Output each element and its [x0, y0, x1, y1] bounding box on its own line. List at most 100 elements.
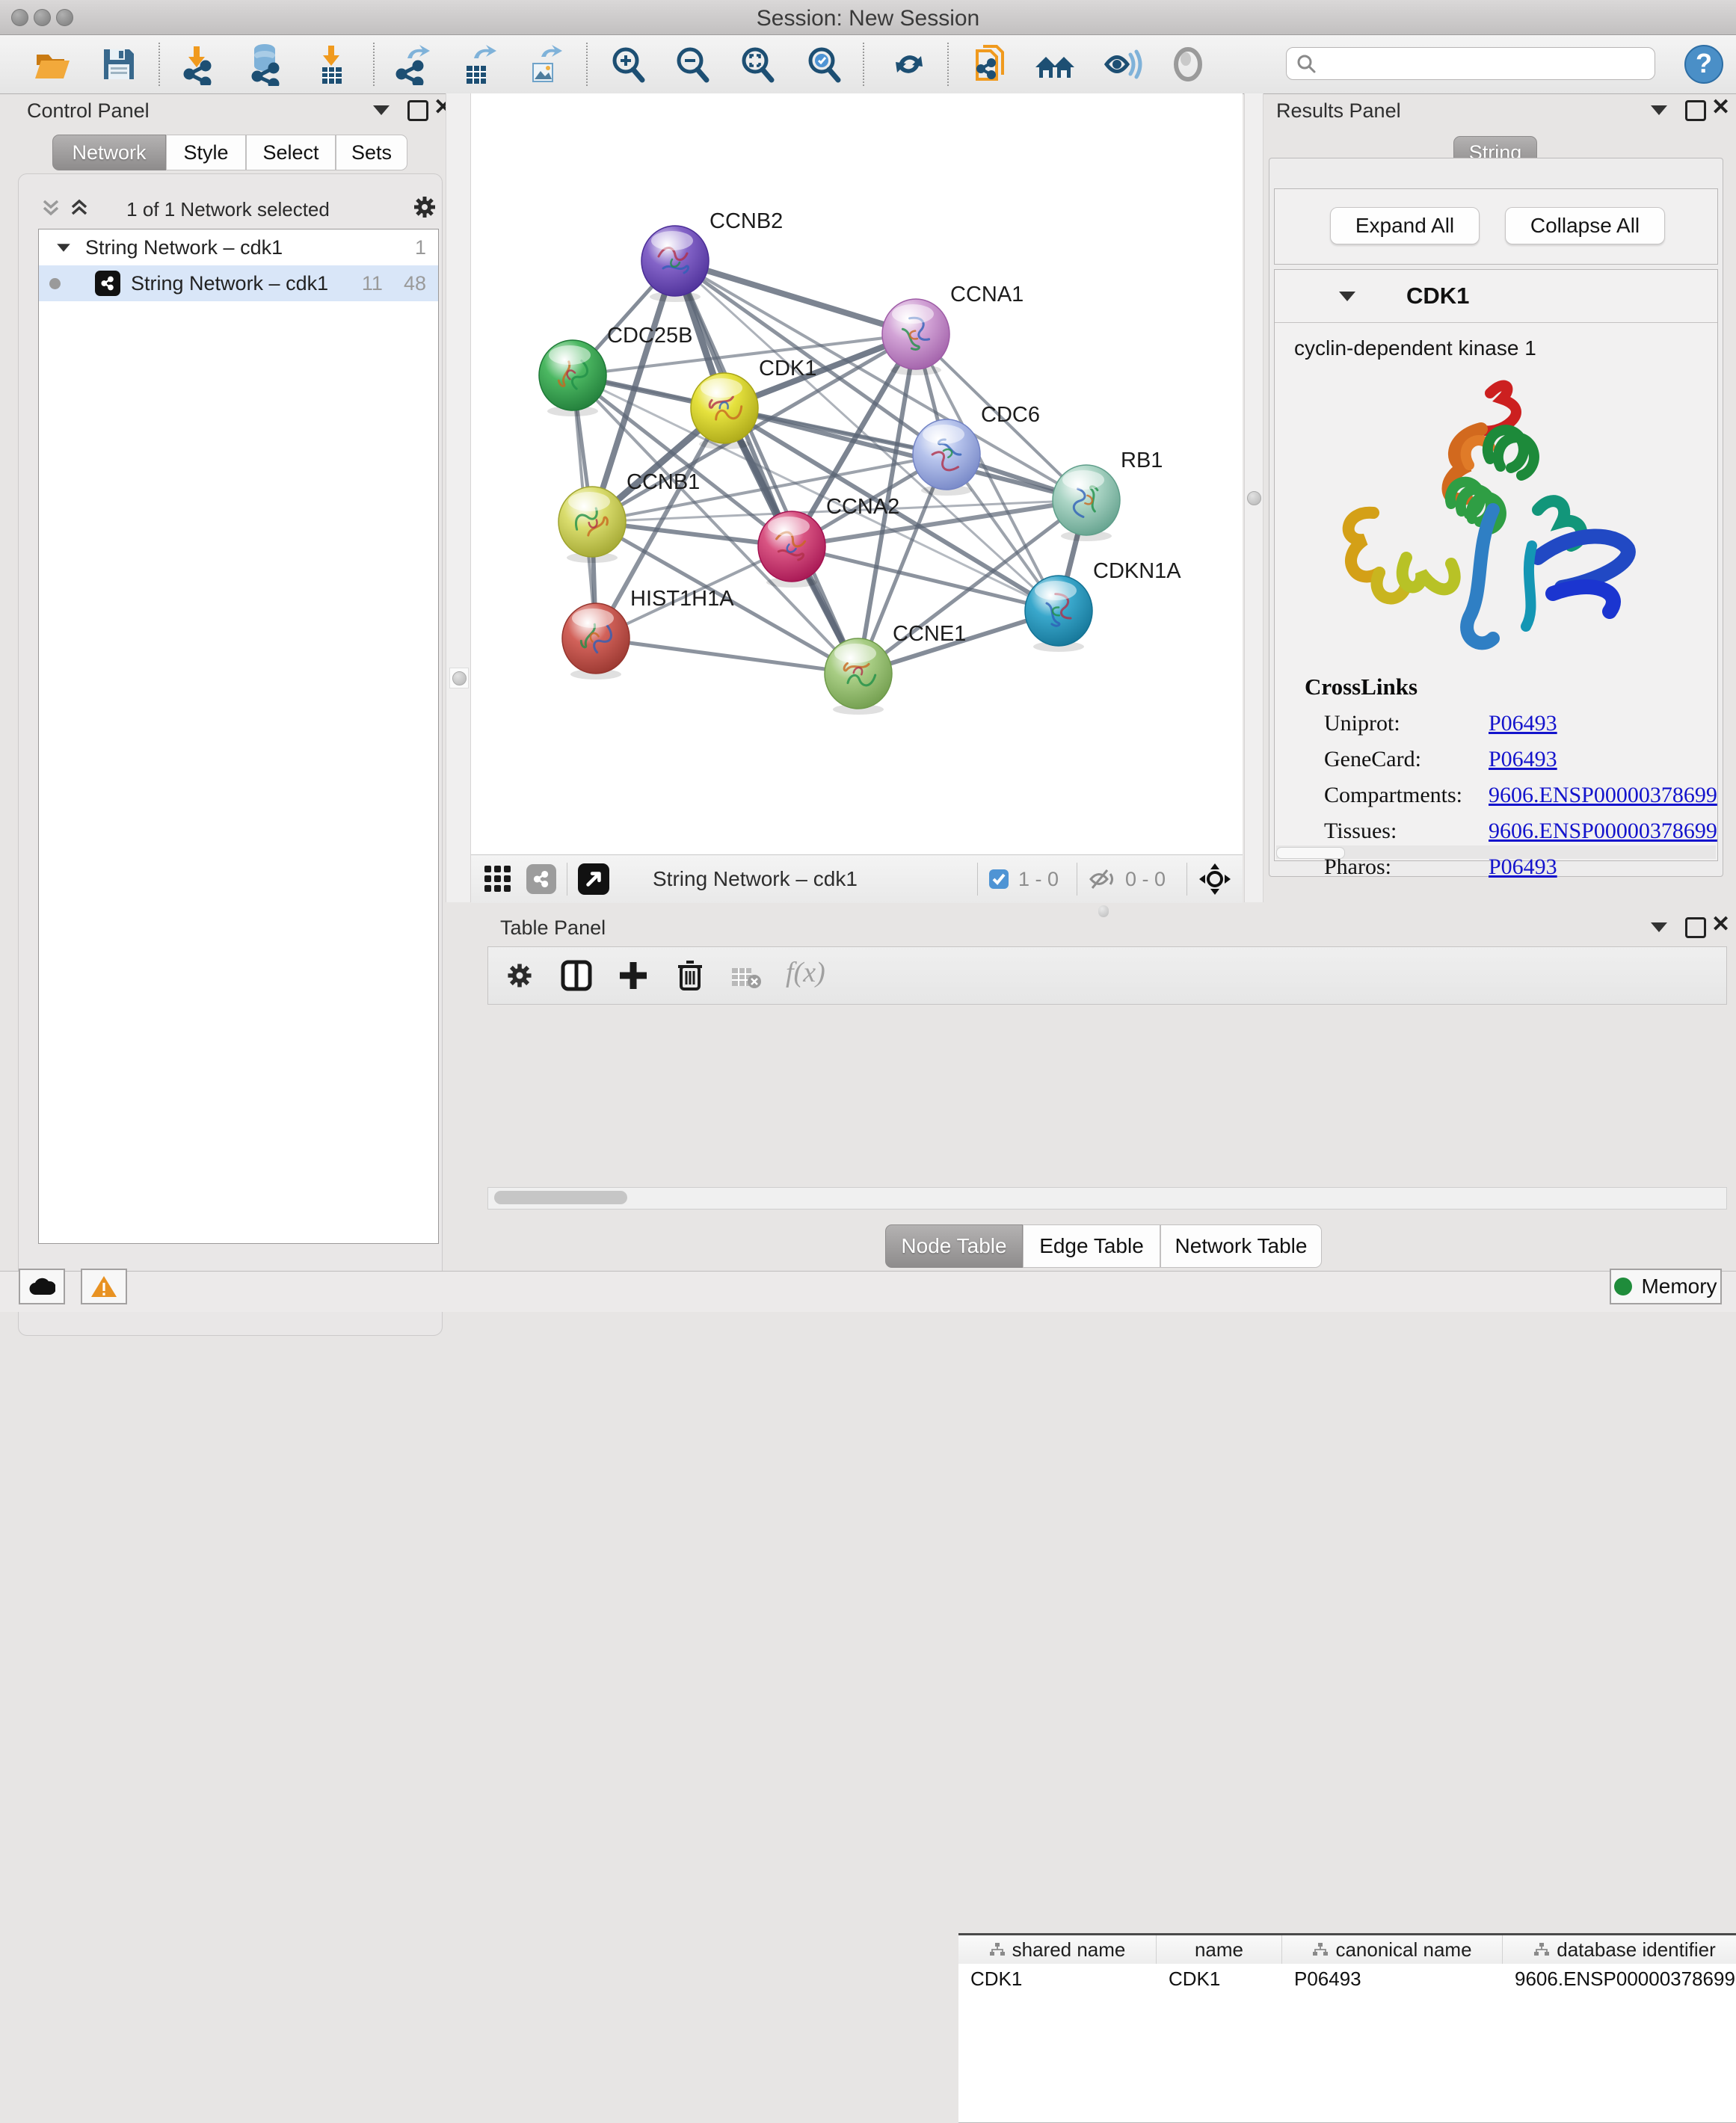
tab-sets[interactable]: Sets	[336, 135, 407, 170]
network-node[interactable]	[1025, 576, 1092, 646]
tab-network[interactable]: Network	[52, 135, 166, 170]
table-hscrollbar[interactable]	[487, 1187, 1727, 1210]
import-network-file-button[interactable]	[173, 41, 220, 87]
title-bar: Session: New Session	[0, 0, 1736, 35]
crosslink-value[interactable]: 9606.ENSP00000378699	[1489, 819, 1717, 844]
home-networks-button[interactable]	[1032, 41, 1078, 87]
network-edge[interactable]	[675, 261, 858, 674]
close-panel-icon[interactable]: ✕	[1711, 99, 1730, 116]
network-node[interactable]	[558, 487, 626, 557]
network-node[interactable]	[882, 299, 949, 369]
delete-column-trash-icon[interactable]	[674, 958, 707, 992]
expand-collapse-box: Expand All Collapse All	[1274, 188, 1718, 265]
save-session-button[interactable]	[96, 41, 142, 87]
node-label: RB1	[1121, 449, 1163, 472]
network-node[interactable]	[1053, 465, 1120, 535]
card-hscrollbar[interactable]	[1276, 845, 1716, 859]
panel-menu-icon[interactable]	[1651, 922, 1667, 932]
network-node[interactable]	[758, 511, 825, 582]
network-node[interactable]	[825, 638, 892, 709]
protein-card-header[interactable]: CDK1	[1275, 270, 1717, 323]
create-column-plus-icon[interactable]	[617, 959, 650, 992]
import-table-file-button[interactable]	[308, 41, 354, 87]
help-button[interactable]: ?	[1681, 41, 1727, 87]
float-panel-icon[interactable]	[1685, 917, 1706, 938]
show-columns-icon[interactable]	[560, 959, 593, 992]
tab-select[interactable]: Select	[246, 135, 336, 170]
export-table-button[interactable]	[455, 41, 502, 87]
expand-all-networks-icon[interactable]	[68, 197, 90, 219]
export-image-button[interactable]	[521, 41, 567, 87]
table-cell[interactable]: P06493	[1282, 1964, 1503, 1994]
show-hide-graphics-button[interactable]	[1099, 41, 1145, 87]
zoom-selected-button[interactable]	[801, 41, 847, 87]
protein-structure-image	[1314, 366, 1672, 665]
import-network-database-button[interactable]	[241, 41, 287, 87]
column-header-name[interactable]: name	[1157, 1935, 1282, 1964]
table-cell[interactable]: 9606.ENSP00000378699	[1503, 1964, 1736, 1994]
panel-menu-icon[interactable]	[1651, 105, 1667, 115]
new-network-from-file-button[interactable]	[967, 41, 1014, 87]
network-row-selected[interactable]: String Network – cdk1 11 48	[39, 265, 438, 301]
collection-expander-icon[interactable]	[57, 244, 70, 251]
string-network-graph[interactable]: CCNB2CCNA1CDC25BCDK1CDC6RB1CCNB1CCNA2CDK…	[471, 93, 1243, 854]
table-cell[interactable]: CDK1	[958, 1964, 1157, 1994]
column-header-shared-name[interactable]: shared name	[958, 1935, 1157, 1964]
float-panel-icon[interactable]	[407, 100, 428, 121]
network-type-icon[interactable]	[526, 864, 556, 894]
card-expander-icon[interactable]	[1339, 292, 1355, 301]
refresh-button[interactable]	[886, 41, 932, 87]
network-edge[interactable]	[596, 638, 858, 674]
tab-node-table[interactable]: Node Table	[885, 1224, 1023, 1268]
splitter-grip[interactable]	[449, 668, 469, 688]
zoom-fit-button[interactable]	[734, 41, 781, 87]
float-panel-icon[interactable]	[1685, 100, 1706, 121]
table-cell[interactable]: CDK1	[1157, 1964, 1282, 1994]
tab-network-table[interactable]: Network Table	[1160, 1224, 1322, 1268]
panel-menu-icon[interactable]	[373, 105, 390, 115]
collapse-all-networks-icon[interactable]	[40, 197, 62, 219]
network-node[interactable]	[539, 340, 606, 410]
fit-content-crosshair-icon[interactable]	[1198, 862, 1232, 896]
tab-style[interactable]: Style	[166, 135, 246, 170]
network-node[interactable]	[913, 419, 980, 490]
birds-eye-view-icon[interactable]	[578, 863, 609, 895]
crosslink-value[interactable]: P06493	[1489, 711, 1557, 736]
splitter-grip[interactable]	[1247, 491, 1261, 505]
network-options-gear-icon[interactable]	[411, 194, 438, 221]
cloud-status-button[interactable]	[19, 1269, 65, 1304]
grid-view-icon[interactable]	[483, 864, 513, 894]
crosslink-value[interactable]: 9606.ENSP00000378699	[1489, 783, 1717, 808]
search-input[interactable]	[1317, 52, 1634, 76]
network-canvas[interactable]: CCNB2CCNA1CDC25BCDK1CDC6RB1CCNB1CCNA2CDK…	[471, 93, 1243, 854]
column-header-database-identifier[interactable]: database identifier	[1503, 1935, 1736, 1964]
network-selection-status: 1 of 1 Network selected	[93, 198, 363, 221]
network-node[interactable]	[691, 373, 758, 443]
protein-name: CDK1	[1406, 283, 1469, 309]
crosslink-value[interactable]: P06493	[1489, 747, 1557, 772]
zoom-out-button[interactable]	[669, 41, 715, 87]
collapse-all-button[interactable]: Collapse All	[1505, 207, 1665, 244]
network-node[interactable]	[641, 226, 709, 296]
birds-eye-toggle-button[interactable]	[1165, 41, 1211, 87]
column-header-canonical-name[interactable]: canonical name	[1282, 1935, 1503, 1964]
node-table: shared namenamecanonical namedatabase id…	[958, 1933, 1736, 2123]
network-collection-row[interactable]: String Network – cdk1 1	[39, 229, 438, 265]
left-splitter[interactable]	[446, 93, 471, 902]
expand-all-button[interactable]: Expand All	[1330, 207, 1480, 244]
zoom-in-button[interactable]	[605, 41, 651, 87]
hscrollbar-thumb[interactable]	[494, 1191, 627, 1204]
network-edge[interactable]	[675, 261, 916, 334]
protein-description: cyclin-dependent kinase 1	[1275, 323, 1717, 360]
right-splitter[interactable]	[1244, 93, 1263, 902]
tab-edge-table[interactable]: Edge Table	[1023, 1224, 1160, 1268]
warnings-button[interactable]	[81, 1269, 127, 1304]
hidden-eye-icon[interactable]	[1088, 867, 1118, 891]
network-node[interactable]	[562, 603, 630, 674]
table-options-gear-icon[interactable]	[505, 961, 535, 990]
close-panel-icon[interactable]: ✕	[1711, 916, 1730, 933]
memory-button[interactable]: Memory	[1610, 1269, 1722, 1304]
open-session-button[interactable]	[29, 41, 76, 87]
export-network-button[interactable]	[389, 41, 435, 87]
selected-checkbox-icon[interactable]	[988, 869, 1009, 890]
